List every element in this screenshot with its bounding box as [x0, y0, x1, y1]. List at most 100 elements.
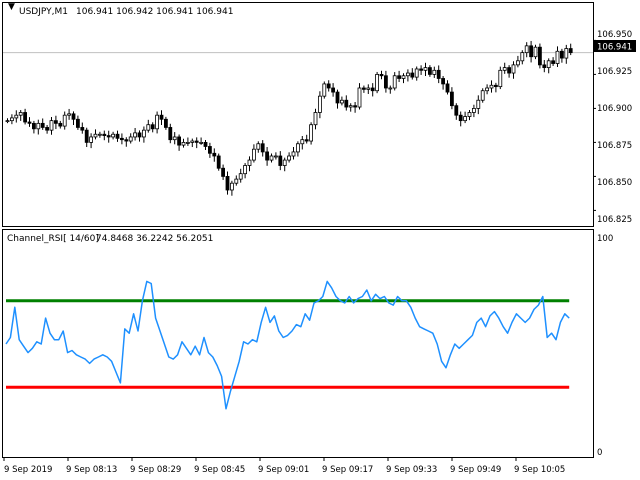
price-panel	[3, 39, 596, 211]
price-tick-label: 106.850	[597, 178, 632, 188]
candle-bearish	[278, 155, 283, 166]
ohlc-header: 106.941 106.942 106.941 106.941	[76, 7, 233, 17]
current-price-label: 106.941	[597, 43, 632, 53]
candle-bearish	[441, 78, 446, 85]
chart-symbol-indicator-arrow[interactable]: ▼	[8, 2, 15, 12]
candle-bearish	[436, 69, 441, 79]
candle-bearish	[32, 122, 36, 130]
time-axis: 9 Sep 2019 9 Sep 08:13 9 Sep 08:29 9 Sep…	[4, 465, 565, 475]
indicator-tick-label-min: 0	[597, 448, 602, 458]
candle-bullish	[317, 95, 322, 113]
candle-bullish	[555, 50, 560, 64]
candle-bearish	[260, 143, 265, 153]
candle-bullish	[502, 67, 507, 71]
candle-bullish	[273, 155, 278, 158]
candle-bearish	[383, 75, 388, 89]
candle-bullish	[357, 87, 362, 108]
candle-bearish	[40, 122, 45, 128]
candle-bearish	[102, 133, 107, 137]
candle-bullish	[141, 129, 146, 138]
candle-bullish	[282, 159, 287, 166]
price-tick-label: 106.875	[597, 141, 632, 151]
candle-bullish	[322, 83, 327, 97]
candle-bullish	[511, 64, 516, 74]
candle-bearish	[159, 114, 164, 120]
candle-bullish	[295, 143, 300, 153]
candle-bearish	[80, 127, 85, 131]
candle-bullish	[348, 105, 353, 108]
candle-bullish	[476, 99, 481, 109]
candle-bullish	[62, 114, 67, 127]
candle-bearish	[150, 124, 155, 130]
time-tick-label: 9 Sep 09:17	[322, 465, 373, 475]
chart-canvas: ▼ USDJPY,M1 106.941 106.942 106.941 106.…	[2, 2, 636, 475]
candle-bearish	[361, 87, 366, 90]
candle-bearish	[538, 46, 542, 66]
candle-bullish	[300, 139, 305, 145]
candle-bullish	[49, 120, 54, 131]
indicator-tick-label-max: 100	[597, 234, 613, 244]
candle-bullish	[423, 67, 428, 71]
candle-bearish	[353, 105, 358, 108]
candle-bearish	[326, 83, 331, 89]
price-axis: 106.950 106.925 106.900 106.875 106.850 …	[597, 30, 632, 225]
candle-bearish	[458, 114, 463, 122]
candle-bullish	[485, 87, 490, 92]
candle-bearish	[379, 74, 384, 77]
candle-bearish	[71, 113, 76, 120]
candle-bearish	[221, 167, 226, 177]
candle-bullish	[392, 75, 397, 89]
candle-bullish	[287, 155, 292, 161]
candle-bullish	[172, 136, 177, 141]
candle-bearish	[76, 118, 80, 128]
candle-bearish	[120, 137, 124, 141]
candle-bullish	[36, 122, 41, 130]
candle-bearish	[212, 152, 217, 157]
time-tick-label: 9 Sep 08:29	[130, 465, 181, 475]
candle-bullish	[133, 132, 138, 138]
candle-bearish	[507, 67, 512, 74]
time-tick-label: 9 Sep 10:05	[514, 465, 565, 475]
candle-bullish	[564, 48, 569, 59]
candle-bearish	[265, 151, 270, 161]
candle-bearish	[449, 91, 454, 107]
candle-bullish	[247, 159, 252, 166]
candle-bullish	[238, 173, 243, 180]
candle-bearish	[304, 139, 309, 142]
candle-bullish	[498, 69, 503, 88]
candle-bullish	[432, 69, 437, 75]
candle-bullish	[155, 114, 160, 130]
price-tick-label: 106.925	[597, 67, 632, 77]
time-tick-label: 9 Sep 08:13	[66, 465, 117, 475]
price-tick-label: 106.900	[597, 104, 632, 114]
candle-bearish	[115, 133, 120, 139]
candle-bearish	[568, 48, 573, 54]
candle-bearish	[54, 120, 58, 124]
candle-bullish	[269, 155, 274, 161]
candle-bullish	[414, 68, 419, 78]
candle-bullish	[251, 148, 256, 161]
candle-bullish	[467, 112, 472, 117]
candle-bearish	[410, 72, 415, 78]
candle-bullish	[401, 75, 406, 79]
candle-bearish	[344, 99, 349, 108]
candle-bearish	[203, 141, 208, 147]
candle-bullish	[405, 72, 410, 77]
candle-bullish	[489, 84, 494, 89]
candle-bearish	[445, 83, 450, 93]
candle-bearish	[207, 146, 212, 154]
candle-bearish	[427, 67, 432, 75]
candle-bearish	[106, 135, 111, 138]
candle-bearish	[194, 140, 199, 143]
candle-bearish	[542, 64, 547, 68]
candle-bearish	[397, 75, 402, 79]
candle-bearish	[23, 112, 28, 123]
candle-bullish	[128, 136, 133, 142]
indicator-panel-frame	[2, 229, 594, 458]
candle-bearish	[560, 50, 564, 59]
candle-bullish	[111, 133, 115, 138]
candle-bearish	[419, 68, 424, 71]
candle-bullish	[339, 99, 344, 104]
candle-bearish	[454, 105, 459, 116]
time-tick-label: 9 Sep 08:45	[194, 465, 245, 475]
